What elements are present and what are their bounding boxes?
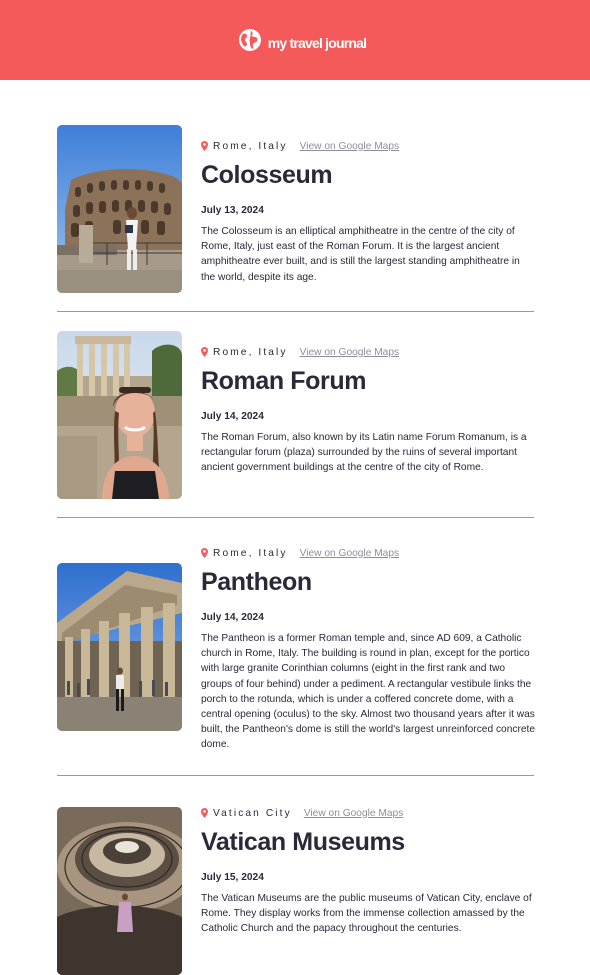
entry-date: July 14, 2024 (201, 612, 264, 623)
location-row: Rome, Italy View on Google Maps (201, 545, 536, 561)
entry-divider (57, 517, 534, 518)
entry-date: July 15, 2024 (201, 872, 264, 883)
location-label: Vatican City (213, 807, 292, 819)
location-row: Rome, Italy View on Google Maps (201, 344, 536, 360)
location-pin-icon (201, 548, 208, 558)
entry-photo (57, 563, 182, 731)
entry-date: July 13, 2024 (201, 205, 264, 216)
entry-description: The Colosseum is an elliptical amphithea… (201, 226, 520, 283)
roman-forum-photo (57, 331, 182, 499)
entry-divider (57, 311, 534, 312)
location-pin-icon (201, 141, 208, 151)
entry-title: Colosseum (201, 161, 333, 189)
colosseum-photo (57, 125, 182, 293)
location-label: Rome, Italy (213, 547, 288, 559)
entry-title: Vatican Museums (201, 828, 405, 856)
entry-info: Rome, Italy View on Google Maps Roman Fo… (201, 344, 536, 476)
entry-info: Rome, Italy View on Google Maps Pantheon… (201, 545, 536, 753)
location-label: Rome, Italy (213, 346, 288, 358)
location-row: Vatican City View on Google Maps (201, 805, 536, 821)
location-row: Rome, Italy View on Google Maps (201, 138, 536, 154)
entry-info: Rome, Italy View on Google Maps Colosseu… (201, 138, 536, 285)
brand-title: my travel journal (267, 35, 367, 51)
brand[interactable]: my travel journal (238, 28, 367, 52)
entry-description: The Vatican Museums are the public museu… (201, 893, 532, 935)
globe-icon (238, 29, 261, 51)
entry-date: July 14, 2024 (201, 411, 264, 422)
entry-photo (57, 331, 182, 499)
vatican-museums-photo (57, 807, 182, 975)
entry-title: Pantheon (201, 568, 312, 596)
location-label: Rome, Italy (213, 140, 288, 152)
entry-photo (57, 125, 182, 293)
location-pin-icon (201, 347, 208, 357)
entry-photo (57, 807, 182, 975)
google-maps-link[interactable]: View on Google Maps (304, 808, 403, 819)
google-maps-link[interactable]: View on Google Maps (300, 548, 399, 559)
location-pin-icon (201, 808, 208, 818)
entry-description: The Roman Forum, also known by its Latin… (201, 432, 527, 474)
entry-description: The Pantheon is a former Roman temple an… (201, 633, 536, 751)
entry-title: Roman Forum (201, 367, 367, 395)
google-maps-link[interactable]: View on Google Maps (300, 347, 399, 358)
navbar: my travel journal (0, 0, 590, 80)
entry-info: Vatican City View on Google Maps Vatican… (201, 805, 536, 937)
entry-divider (57, 775, 534, 776)
pantheon-photo (57, 563, 182, 731)
google-maps-link[interactable]: View on Google Maps (300, 141, 399, 152)
